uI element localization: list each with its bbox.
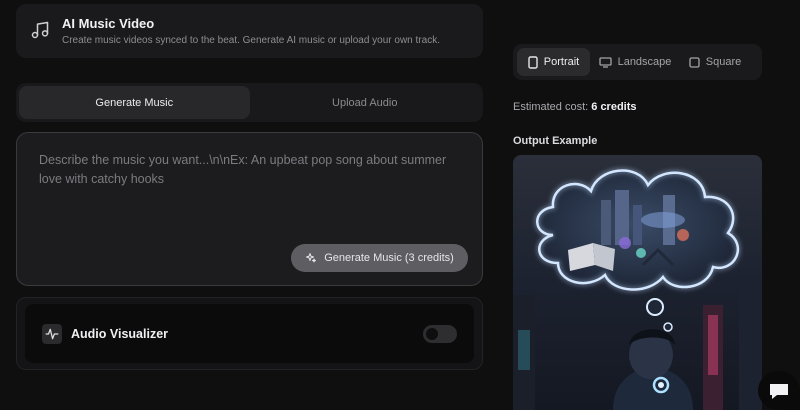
estimated-cost-prefix: Estimated cost: <box>513 101 589 113</box>
aspect-landscape-option[interactable]: Landscape <box>590 48 680 76</box>
generate-music-label: Generate Music (3 credits) <box>324 252 454 264</box>
output-example-image <box>513 155 762 410</box>
header-text: AI Music Video Create music videos synce… <box>62 16 440 47</box>
aspect-portrait-option[interactable]: Portrait <box>517 48 590 76</box>
tab-generate-music[interactable]: Generate Music <box>19 86 250 119</box>
aspect-ratio-selector: Portrait Landscape Square <box>513 44 762 80</box>
landscape-icon <box>598 56 612 68</box>
square-icon <box>689 56 700 68</box>
aspect-portrait-label: Portrait <box>543 56 580 68</box>
estimated-cost: Estimated cost: 6 credits <box>513 101 637 113</box>
audio-visualizer-row: Audio Visualizer <box>25 304 474 363</box>
prompt-placeholder: Describe the music you want...\n\nEx: An… <box>39 153 447 186</box>
portrait-icon <box>528 55 538 69</box>
chat-icon <box>770 383 788 399</box>
toggle-knob <box>426 327 438 340</box>
audio-visualizer-label: Audio Visualizer <box>71 326 169 341</box>
output-example-label: Output Example <box>513 135 598 147</box>
music-prompt-input[interactable]: Describe the music you want...\n\nEx: An… <box>16 132 483 286</box>
mode-tabs: Generate Music Upload Audio <box>16 83 483 122</box>
aspect-square-label: Square <box>705 56 742 68</box>
estimated-cost-value: 6 credits <box>591 101 637 113</box>
waveform-icon <box>42 323 62 344</box>
aspect-square-option[interactable]: Square <box>680 48 750 76</box>
aspect-landscape-label: Landscape <box>617 56 672 68</box>
audio-visualizer-card: Audio Visualizer <box>16 297 483 370</box>
header-card: AI Music Video Create music videos synce… <box>16 4 483 58</box>
sparkle-icon <box>306 253 317 263</box>
chat-support-button[interactable] <box>758 371 800 410</box>
tab-upload-audio[interactable]: Upload Audio <box>250 86 481 119</box>
audio-visualizer-toggle[interactable] <box>423 324 457 343</box>
page-title: AI Music Video <box>62 16 155 31</box>
generate-music-button[interactable]: Generate Music (3 credits) <box>291 244 468 272</box>
page-subtitle: Create music videos synced to the beat. … <box>62 35 440 46</box>
music-note-icon <box>30 20 52 42</box>
